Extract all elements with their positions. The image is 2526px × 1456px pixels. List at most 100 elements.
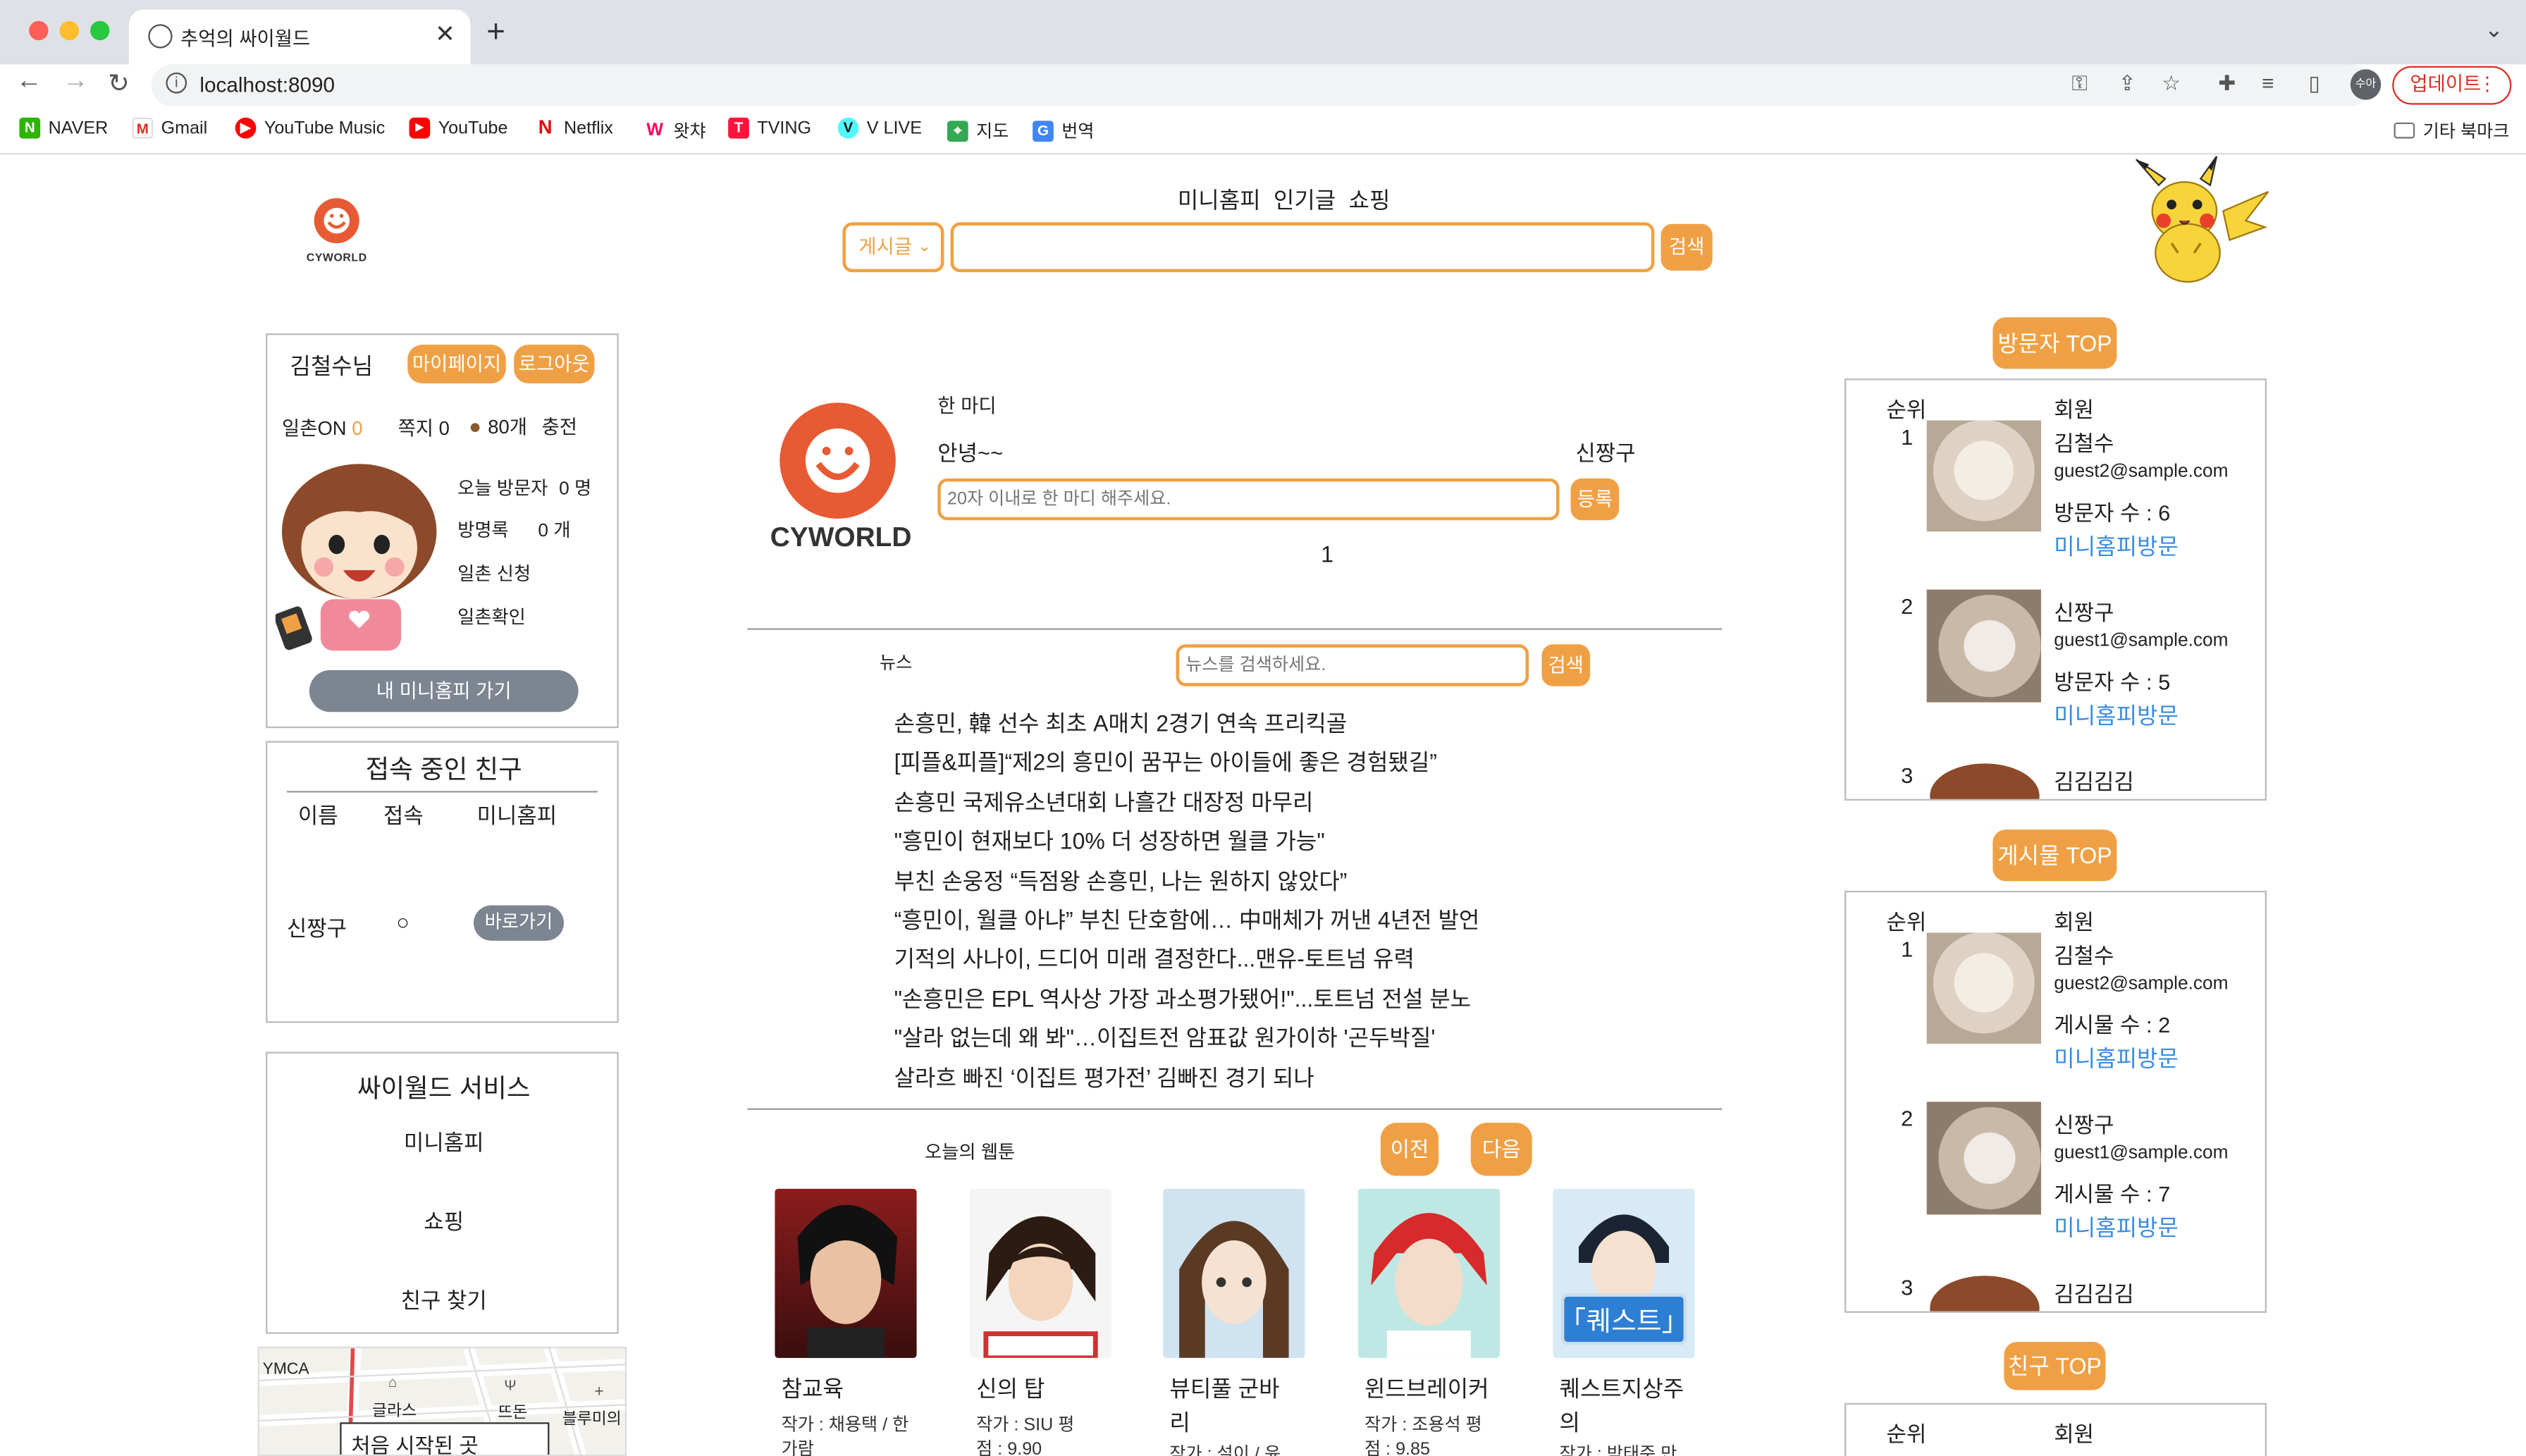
oneline-page-number[interactable]: 1 (1321, 541, 1333, 567)
webtoon-title[interactable]: 참교육 (782, 1372, 943, 1406)
minimize-window-button[interactable] (59, 20, 79, 41)
webtoon-title[interactable]: 신의 탑 (976, 1372, 1138, 1406)
news-item[interactable]: 살라흐 빠진 ‘이집트 평가전’ 김빠진 경기 되나 (894, 1058, 1480, 1097)
visit-minihome-link[interactable]: 미니홈피방문 (2054, 1042, 2179, 1075)
vlive-icon: V (837, 117, 859, 139)
bookmark-youtube-music[interactable]: ▶ YouTube Music (235, 117, 385, 139)
news-item[interactable]: 기적의 사나이, 드디어 미래 결정한다...맨유-토트넘 유력 (894, 939, 1480, 979)
oneline-submit-button[interactable]: 등록 (1570, 478, 1620, 521)
bookmark-vlive[interactable]: V V LIVE (837, 117, 922, 139)
news-search-button[interactable]: 검색 (1541, 644, 1590, 686)
webtoon-thumbnail[interactable] (775, 1188, 917, 1358)
update-button[interactable]: 업데이트 ⋮ (2392, 66, 2512, 105)
visit-minihome-link[interactable]: 미니홈피방문 (2054, 530, 2179, 562)
member-stat: 방문자 수 : 6 (2054, 500, 2171, 526)
star-icon[interactable]: ☆ (2162, 71, 2181, 97)
webtoon-title[interactable]: 퀘스트지상주의 (1560, 1372, 1695, 1440)
visit-minihome-link[interactable]: 미니홈피방문 (2054, 699, 2179, 732)
services-panel: 싸이월드 서비스 미니홈피 쇼핑 친구 찾기 (266, 1051, 620, 1334)
news-search-input[interactable] (1176, 644, 1529, 686)
other-bookmarks[interactable]: 기타 북마크 (2393, 118, 2509, 144)
close-window-button[interactable] (29, 20, 49, 41)
bookmark-gmail[interactable]: M Gmail (132, 117, 207, 139)
profile-avatar[interactable]: 수아 (2350, 69, 2382, 100)
nav-minihome[interactable]: 미니홈피 (1178, 184, 1261, 216)
info-icon[interactable]: i (166, 72, 187, 94)
webtoon-thumbnail[interactable]: 「퀘스트」 (1553, 1188, 1695, 1358)
member-name: 김철수 (2054, 431, 2114, 456)
gmail-icon: M (132, 117, 154, 139)
mypage-button[interactable]: 마이페이지 (407, 345, 506, 383)
webtoon-thumbnail[interactable] (1163, 1188, 1305, 1358)
bookmark-label: NAVER (48, 118, 109, 138)
news-item[interactable]: 손흥민 국제유소년대회 나흘간 대장정 마무리 (894, 782, 1480, 822)
bookmark-watcha[interactable]: W 왓챠 (644, 118, 706, 144)
news-item[interactable]: [피플&피플]“제2의 흥민이 꿈꾸는 아이들에 좋은 경험됐길” (894, 744, 1480, 783)
cyworld-logo[interactable]: CYWORLD (306, 197, 370, 264)
nav-shopping[interactable]: 쇼핑 (1349, 184, 1391, 216)
go-my-minihome-button[interactable]: 내 미니홈피 가기 (309, 670, 579, 712)
webtoon-title[interactable]: 뷰티풀 군바리 (1169, 1372, 1292, 1440)
note-count[interactable]: 쪽지 0 (398, 414, 450, 441)
friend-visit-button[interactable]: 바로가기 (473, 905, 564, 941)
visit-minihome-link[interactable]: 미니홈피방문 (2054, 1211, 2179, 1244)
share-icon[interactable]: ⇪ (2119, 71, 2136, 97)
service-find-friends-link[interactable]: 친구 찾기 (267, 1282, 620, 1314)
media-icon[interactable]: ≡ (2262, 71, 2274, 95)
bookmark-translate[interactable]: G 번역 (1033, 118, 1095, 144)
news-item[interactable]: "손흥민은 EPL 역사상 가장 과소평가됐어!"...토트넘 전설 분노 (894, 979, 1480, 1018)
webtoon-title[interactable]: 윈드브레이커 (1364, 1372, 1526, 1406)
news-label: 뉴스 (879, 653, 913, 674)
oneline-input[interactable] (937, 478, 1560, 521)
reload-icon[interactable]: ↻ (108, 68, 130, 100)
ilchon-request-link[interactable]: 일촌 신청 (457, 560, 531, 586)
logout-button[interactable]: 로그아웃 (514, 345, 595, 383)
ilchon-on-value: 0 (352, 417, 363, 440)
webtoon-thumbnail[interactable] (969, 1188, 1112, 1358)
zoom-window-button[interactable] (90, 20, 110, 41)
rank-header: 순위 (1886, 910, 1927, 934)
main-search-button[interactable]: 검색 (1661, 223, 1713, 271)
bookmark-maps[interactable]: ⌖ 지도 (947, 118, 1009, 144)
webtoon-thumbnail[interactable] (1357, 1188, 1500, 1358)
webtoon-next-button[interactable]: 다음 (1470, 1123, 1532, 1176)
new-tab-icon[interactable]: + (486, 15, 505, 52)
news-item[interactable]: "흥민이 현재보다 10% 더 성장하면 월클 가능" (894, 822, 1480, 861)
news-item[interactable]: "살라 없는데 왜 봐"…이집트전 암표값 원가이하 '곤두박질' (894, 1018, 1480, 1058)
nav-popular[interactable]: 인기글 (1274, 184, 1336, 216)
news-item[interactable]: “흥민이, 월클 아냐” 부친 단호함에… 中매체가 꺼낸 4년전 발언 (894, 901, 1480, 940)
bookmark-naver[interactable]: N NAVER (19, 117, 109, 139)
search-category-select[interactable]: 게시글 ⌄ (842, 222, 944, 273)
charge-link[interactable]: 충전 (542, 412, 577, 440)
logo-text: CYWORLD (306, 252, 367, 264)
bookmark-netflix[interactable]: N Netflix (534, 117, 613, 139)
member-stat: 방문자 수 : 5 (2054, 670, 2171, 695)
close-tab-icon[interactable]: ✕ (435, 19, 455, 49)
update-label: 업데이트 (2410, 72, 2482, 95)
location-map[interactable]: YMCA ⌂ 글라스 Ψ 뜨돈 + 블루미의 처음 시작된 곳 (257, 1346, 627, 1456)
forward-icon[interactable]: → (63, 68, 89, 97)
address-bar[interactable]: i localhost:8090 (151, 64, 2372, 106)
browser-tab[interactable]: 추억의 싸이월드 ✕ (128, 9, 471, 65)
bookmark-tving[interactable]: T TVING (728, 117, 811, 139)
bookmark-youtube[interactable]: ▶ YouTube (409, 117, 508, 139)
member-email: guest1@sample.com (2054, 1143, 2229, 1164)
webtoon-prev-button[interactable]: 이전 (1380, 1123, 1439, 1176)
side-panel-icon[interactable]: ▯ (2308, 71, 2319, 97)
ilchon-check-link[interactable]: 일촌확인 (457, 604, 526, 630)
member-email: guest1@sample.com (2054, 631, 2229, 651)
key-icon[interactable]: ⚿ (2071, 71, 2088, 97)
back-icon[interactable]: ← (16, 68, 42, 97)
rank-header: 순위 (1886, 1422, 1927, 1447)
acorn-value: 80개 (488, 415, 527, 438)
extensions-icon[interactable]: ✚ (2218, 71, 2236, 97)
tab-search-chevron-icon[interactable]: ⌄ (2484, 16, 2503, 44)
service-shopping-link[interactable]: 쇼핑 (267, 1203, 620, 1235)
service-minihome-link[interactable]: 미니홈피 (267, 1124, 620, 1156)
webtoon-author: 작가 : 조용석 평점 : 9.85 (1364, 1416, 1482, 1456)
main-search-input[interactable] (950, 222, 1655, 273)
member-photo (1926, 1102, 2041, 1215)
member-name: 김김김김 (2054, 1282, 2134, 1307)
news-item[interactable]: 손흥민, 韓 선수 최초 A매치 2경기 연속 프리킥골 (894, 704, 1480, 744)
news-item[interactable]: 부친 손웅정 “득점왕 손흥민, 나는 원하지 않았다” (894, 861, 1480, 901)
